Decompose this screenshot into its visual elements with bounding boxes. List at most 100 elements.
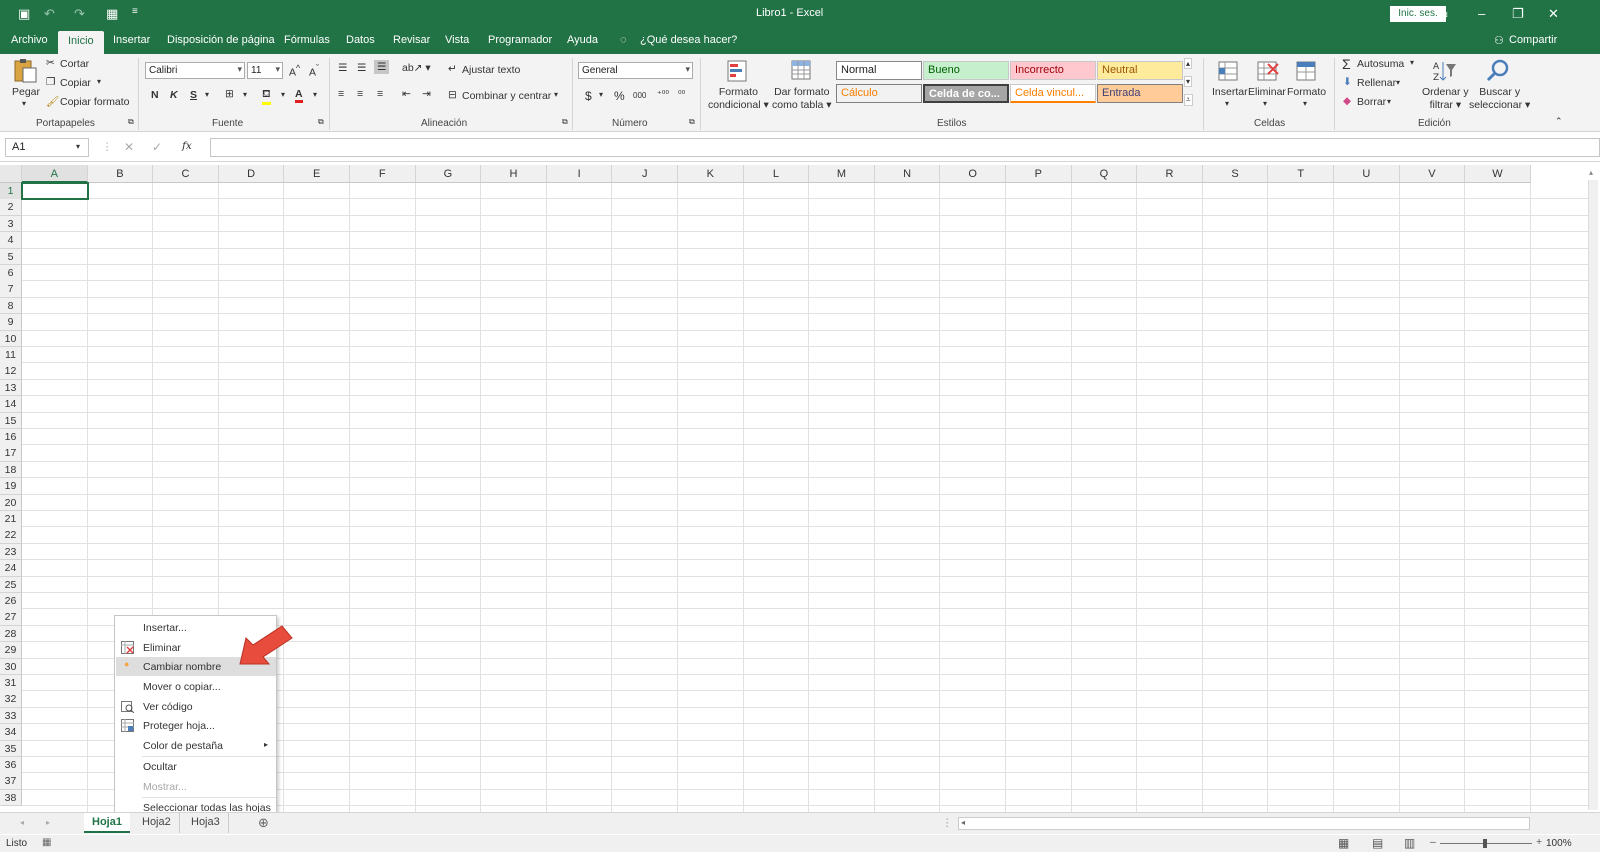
align-middle-icon[interactable]: ☰ xyxy=(357,62,366,74)
redo-icon[interactable]: ↷ xyxy=(74,6,85,22)
save-icon[interactable]: ▣ xyxy=(18,6,30,22)
paste-icon[interactable] xyxy=(12,58,38,84)
column-header-p[interactable]: P xyxy=(1006,165,1072,183)
increase-indent-icon[interactable]: ⇥ xyxy=(422,88,431,100)
ribbon-display-icon[interactable]: ▭ xyxy=(1436,6,1448,22)
form-icon[interactable]: ▦ xyxy=(106,6,118,22)
tab-vista[interactable]: Vista xyxy=(445,34,469,46)
row-header-6[interactable]: 6 xyxy=(0,265,22,282)
paste-button[interactable]: Pegar xyxy=(12,86,40,98)
fill-chevron-icon[interactable]: ▾ xyxy=(281,90,285,99)
column-header-c[interactable]: C xyxy=(153,165,219,183)
menu-item-view-code[interactable]: Ver código xyxy=(116,697,276,716)
style-normal[interactable]: Normal xyxy=(836,61,922,80)
column-header-t[interactable]: T xyxy=(1268,165,1334,183)
paste-chevron-icon[interactable]: ▾ xyxy=(22,99,26,108)
tab-ayuda[interactable]: Ayuda xyxy=(567,34,598,46)
style-check-cell[interactable]: Celda de co... xyxy=(923,84,1009,103)
row-header-21[interactable]: 21 xyxy=(0,511,22,528)
launcher-icon[interactable]: ⧉ xyxy=(318,117,324,127)
percent-button[interactable]: % xyxy=(614,89,625,103)
row-header-32[interactable]: 32 xyxy=(0,691,22,708)
currency-chevron-icon[interactable]: ▾ xyxy=(599,90,603,99)
normal-view-icon[interactable]: ▦ xyxy=(1338,836,1349,850)
borders-chevron-icon[interactable]: ▾ xyxy=(243,90,247,99)
tab-archivo[interactable]: Archivo xyxy=(11,34,48,46)
row-header-38[interactable]: 38 xyxy=(0,789,22,807)
column-header-b[interactable]: B xyxy=(87,165,154,183)
row-header-4[interactable]: 4 xyxy=(0,232,22,249)
format-chevron-icon[interactable]: ▾ xyxy=(1303,99,1307,108)
style-good[interactable]: Bueno xyxy=(923,61,1009,80)
format-as-table-icon[interactable] xyxy=(789,58,815,84)
row-header-27[interactable]: 27 xyxy=(0,609,22,626)
page-layout-icon[interactable]: ▤ xyxy=(1372,836,1383,850)
enter-icon[interactable]: ✓ xyxy=(152,140,162,154)
style-calc[interactable]: Cálculo xyxy=(836,84,922,103)
row-header-31[interactable]: 31 xyxy=(0,675,22,692)
font-name-combo[interactable]: Calibri xyxy=(145,62,245,79)
row-header-14[interactable]: 14 xyxy=(0,396,22,413)
find-select-button[interactable]: Buscar y seleccionar ▾ xyxy=(1469,86,1530,112)
clear-chevron-icon[interactable]: ▾ xyxy=(1387,97,1391,106)
tab-formulas[interactable]: Fórmulas xyxy=(284,34,330,46)
column-header-d[interactable]: D xyxy=(218,165,285,183)
clear-button[interactable]: Borrar xyxy=(1357,96,1386,108)
row-header-37[interactable]: 37 xyxy=(0,773,22,790)
align-center-icon[interactable]: ≡ xyxy=(357,88,363,100)
share-button[interactable]: Compartir xyxy=(1509,34,1557,46)
styles-scroll-down-icon[interactable]: ▾ xyxy=(1184,76,1193,87)
launcher-icon[interactable]: ⧉ xyxy=(689,117,695,127)
merge-chevron-icon[interactable]: ▾ xyxy=(554,90,558,99)
column-header-e[interactable]: E xyxy=(284,165,350,183)
conditional-format-icon[interactable] xyxy=(725,58,751,84)
sort-filter-button[interactable]: Ordenar y filtrar ▾ xyxy=(1422,86,1469,112)
row-header-35[interactable]: 35 xyxy=(0,740,22,758)
tell-me-search[interactable]: ¿Qué desea hacer? xyxy=(640,34,737,46)
column-header-j[interactable]: J xyxy=(612,165,678,183)
menu-item-hide[interactable]: Ocultar xyxy=(116,757,276,776)
increase-decimal-icon[interactable]: ⁺⁰⁰ xyxy=(657,89,669,100)
cut-button[interactable]: Cortar xyxy=(60,58,89,70)
column-header-r[interactable]: R xyxy=(1137,165,1203,183)
font-color-chevron-icon[interactable]: ▾ xyxy=(313,90,317,99)
select-all-corner[interactable] xyxy=(0,165,22,183)
sheet-tab-hoja3[interactable]: Hoja3 xyxy=(183,813,229,833)
decrease-indent-icon[interactable]: ⇤ xyxy=(402,88,411,100)
insert-function-icon[interactable]: fx xyxy=(182,140,192,152)
orientation-icon[interactable]: ab↗ ▾ xyxy=(402,62,431,74)
tab-inicio[interactable]: Inicio xyxy=(58,31,104,54)
conditional-format-button[interactable]: Formato condicional ▾ xyxy=(708,86,769,112)
collapse-ribbon-icon[interactable]: ⌃ xyxy=(1555,116,1563,127)
delete-chevron-icon[interactable]: ▾ xyxy=(1263,99,1267,108)
row-header-1[interactable]: 1 xyxy=(0,183,22,200)
undo-icon[interactable]: ↶ xyxy=(44,6,55,22)
tab-programador[interactable]: Programador xyxy=(488,34,552,46)
row-header-18[interactable]: 18 xyxy=(0,461,22,479)
tab-disposicion[interactable]: Disposición de página xyxy=(167,34,275,46)
borders-icon[interactable]: ⊞ xyxy=(225,88,234,100)
column-header-s[interactable]: S xyxy=(1202,165,1269,183)
grow-font-icon[interactable]: A^ xyxy=(289,63,300,79)
macro-record-icon[interactable]: ▦ xyxy=(42,837,51,848)
fill-color-icon[interactable]: ⛾ xyxy=(262,88,271,105)
row-header-22[interactable]: 22 xyxy=(0,527,22,544)
zoom-thumb[interactable] xyxy=(1483,839,1487,848)
align-right-icon[interactable]: ≡ xyxy=(377,88,383,100)
column-header-g[interactable]: G xyxy=(415,165,482,183)
row-header-5[interactable]: 5 xyxy=(0,248,22,266)
row-header-9[interactable]: 9 xyxy=(0,314,22,331)
autosum-button[interactable]: Autosuma xyxy=(1357,58,1404,70)
vertical-scroll-up-icon[interactable]: ▴ xyxy=(1589,168,1593,177)
row-header-12[interactable]: 12 xyxy=(0,363,22,380)
sheet-tab-hoja1[interactable]: Hoja1 xyxy=(84,813,130,833)
format-cells-icon[interactable] xyxy=(1293,58,1319,84)
insert-cells-button[interactable]: Insertar xyxy=(1212,86,1248,98)
minimize-icon[interactable]: – xyxy=(1478,6,1485,21)
delete-cells-icon[interactable] xyxy=(1254,58,1280,84)
style-neutral[interactable]: Neutral xyxy=(1097,61,1183,80)
row-header-30[interactable]: 30 xyxy=(0,658,22,676)
customize-qat-icon[interactable]: ≡ xyxy=(132,6,138,17)
page-break-icon[interactable]: ▥ xyxy=(1404,836,1415,850)
currency-button[interactable]: $ xyxy=(585,89,592,103)
